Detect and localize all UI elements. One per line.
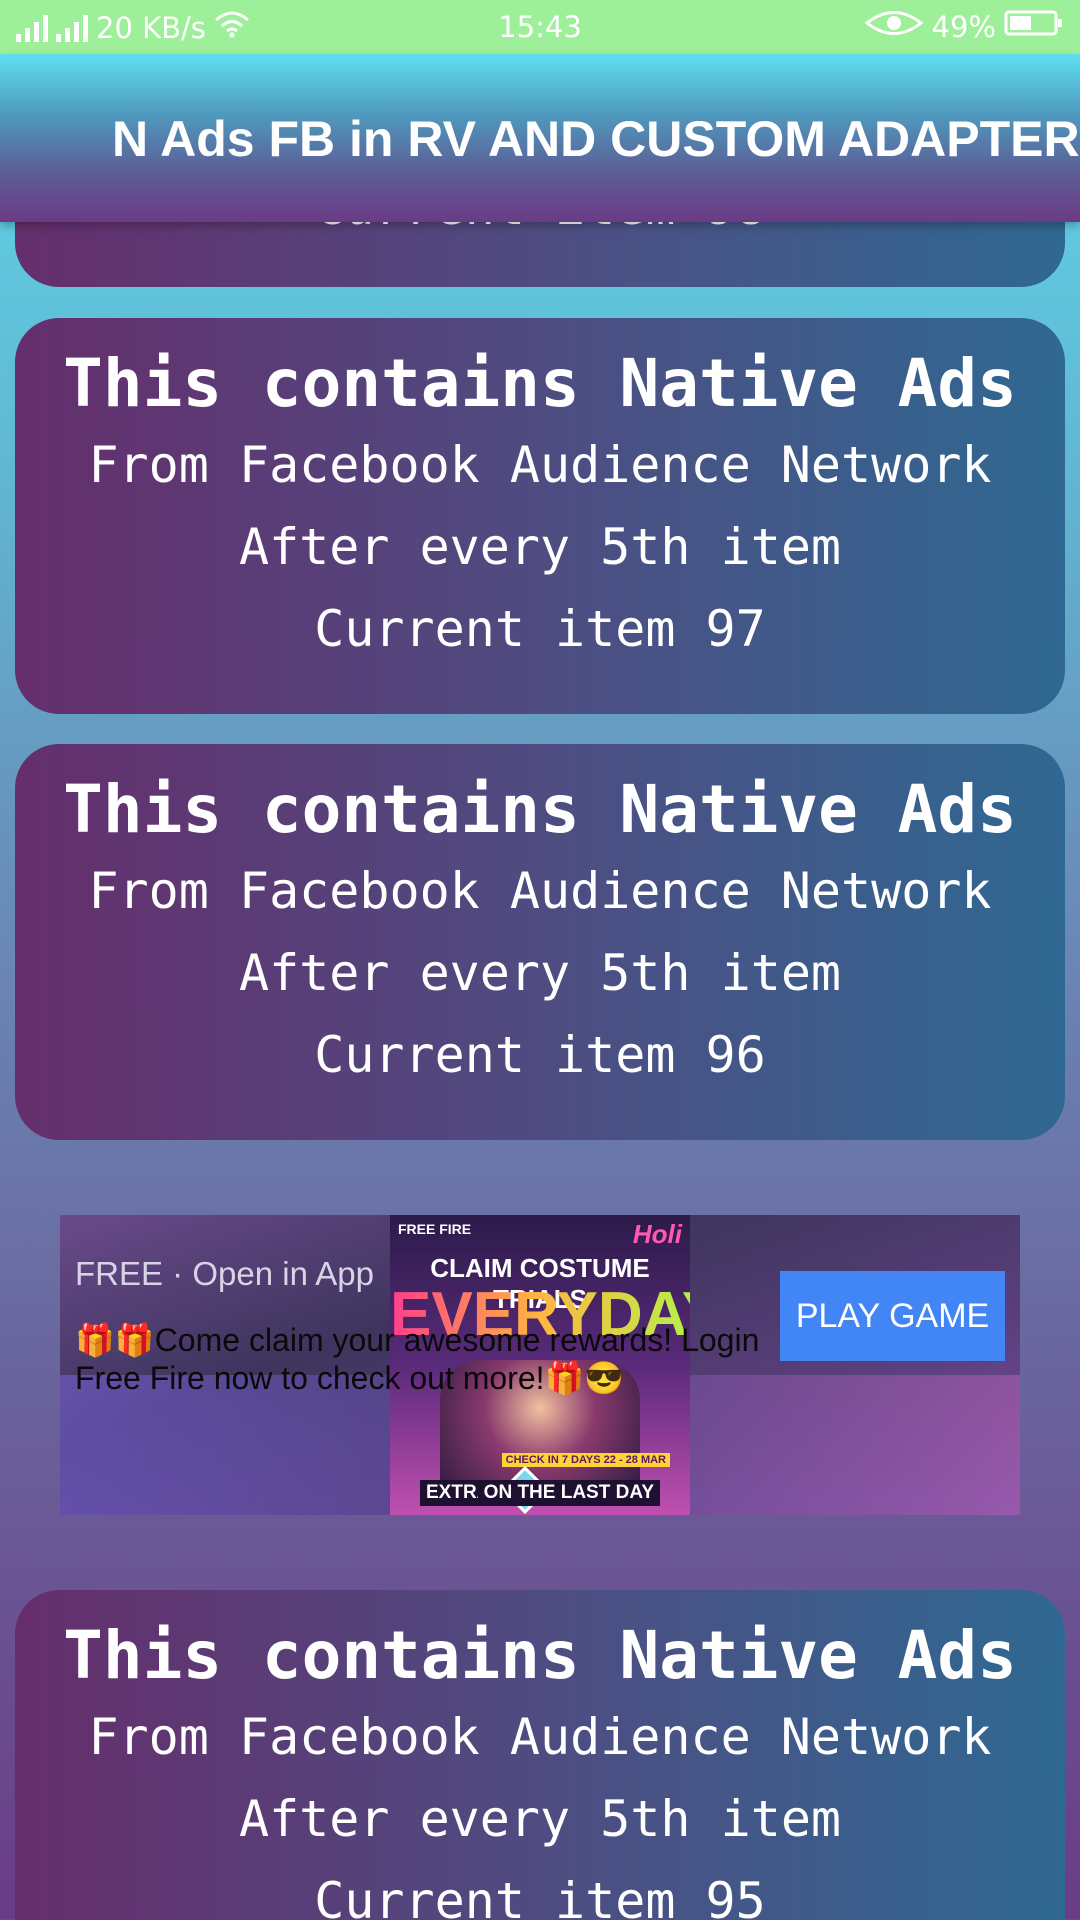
- app-bar: N Ads FB in RV AND CUSTOM ADAPTER: [0, 54, 1080, 222]
- ad-body-text: 🎁🎁Come claim your awesome rewards! Login…: [75, 1322, 760, 1396]
- card-subtitle: From Facebook Audience Network: [88, 862, 992, 920]
- card-title: This contains Native Ads: [63, 345, 1017, 422]
- ad-meta-label: FREE · Open in App: [75, 1255, 374, 1292]
- card-current-item: Current item 97: [314, 600, 766, 658]
- ad-last-day-label: ON THE LAST DAY: [477, 1480, 660, 1506]
- battery-percent: 49%: [931, 9, 996, 44]
- card-subtitle: From Facebook Audience Network: [88, 436, 992, 494]
- eye-icon: [864, 8, 924, 45]
- ad-brand-logo: FREE FIRE: [398, 1221, 472, 1237]
- native-ad[interactable]: FREE · Open in App FREE FIRE Holi CLAIM …: [60, 1215, 1020, 1515]
- ad-event-logo: Holi: [632, 1219, 682, 1249]
- card-current-item: Current item 96: [314, 1026, 766, 1084]
- card-subtitle: From Facebook Audience Network: [88, 1708, 992, 1766]
- card-current-item: Current item 95: [314, 1872, 766, 1920]
- card-frequency: After every 5th item: [238, 944, 842, 1002]
- app-bar-title: N Ads FB in RV AND CUSTOM ADAPTER: [112, 111, 1080, 167]
- recycler-view[interactable]: Current item 98 This contains Native Ads…: [0, 0, 1080, 1920]
- battery-icon: [1004, 9, 1064, 44]
- card-title: This contains Native Ads: [63, 1617, 1017, 1694]
- play-game-button[interactable]: PLAY GAME: [780, 1271, 1005, 1361]
- list-item-card[interactable]: This contains Native Ads From Facebook A…: [15, 318, 1065, 714]
- list-item-card[interactable]: This contains Native Ads From Facebook A…: [15, 744, 1065, 1140]
- status-bar: 20 KB/s 15:43 49%: [0, 0, 1080, 54]
- card-frequency: After every 5th item: [238, 518, 842, 576]
- status-bar-right: 49%: [864, 8, 1064, 45]
- card-title: This contains Native Ads: [63, 771, 1017, 848]
- ad-checkin-banner: CHECK IN 7 DAYS 22 - 28 MAR: [501, 1453, 670, 1467]
- card-frequency: After every 5th item: [238, 1790, 842, 1848]
- list-item-card[interactable]: This contains Native Ads From Facebook A…: [15, 1590, 1065, 1920]
